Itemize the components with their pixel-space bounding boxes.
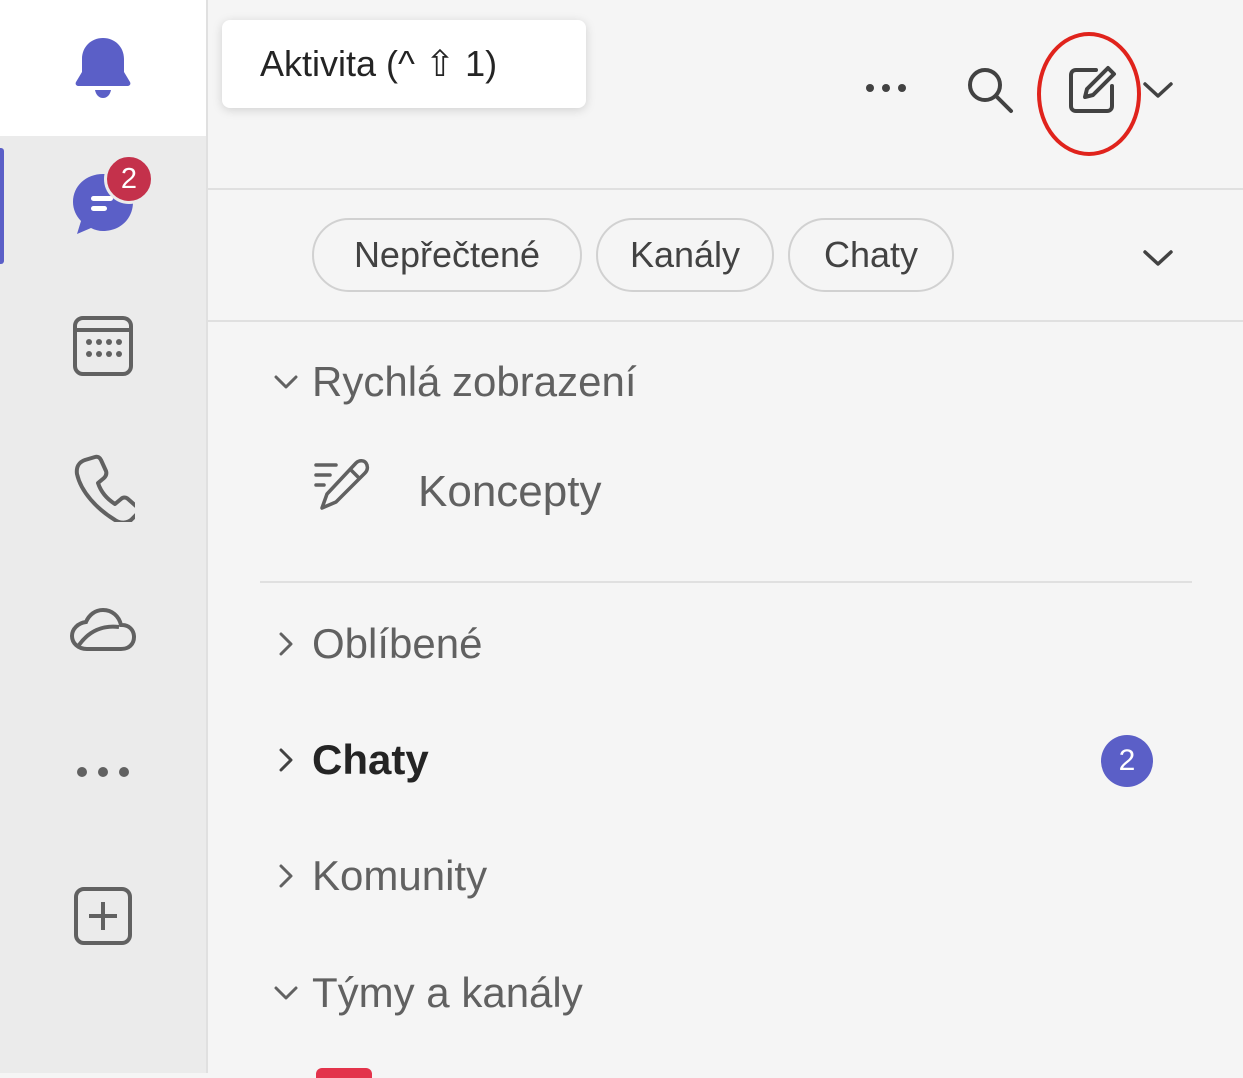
chats-unread-badge: 2 <box>1101 735 1153 787</box>
chevron-right-icon <box>268 858 304 894</box>
chat-unread-badge: 2 <box>104 154 154 204</box>
section-favorites[interactable]: Oblíbené <box>268 614 482 674</box>
add-apps-icon <box>73 886 133 946</box>
drafts-label: Koncepty <box>418 467 602 516</box>
rail-item-onedrive[interactable] <box>0 562 206 698</box>
app-rail: 2 <box>0 0 208 1073</box>
chevron-right-icon <box>268 626 304 662</box>
rail-item-chat[interactable] <box>0 136 206 272</box>
filter-pill-unread[interactable]: Nepřečtené <box>312 218 582 292</box>
more-options-button[interactable] <box>858 70 914 110</box>
calendar-icon <box>71 314 135 378</box>
more-horizontal-icon <box>864 81 908 99</box>
compose-highlight-annotation <box>1037 32 1141 156</box>
section-label: Týmy a kanály <box>312 969 583 1016</box>
section-quick-views[interactable]: Rychlá zobrazení <box>268 352 637 412</box>
section-label: Rychlá zobrazení <box>312 358 637 405</box>
section-teams-channels[interactable]: Týmy a kanály <box>268 963 583 1023</box>
more-apps-icon <box>75 765 131 779</box>
rail-item-calendar[interactable] <box>0 278 206 414</box>
section-label: Komunity <box>312 852 488 899</box>
onedrive-cloud-icon <box>69 605 137 655</box>
chevron-down-icon <box>1142 248 1174 273</box>
filter-pill-channels[interactable]: Kanály <box>596 218 774 292</box>
section-label: Oblíbené <box>312 620 483 667</box>
list-item-drafts[interactable]: Koncepty <box>312 458 602 526</box>
activity-tooltip: Aktivita (^ ⇧ 1) <box>222 20 586 108</box>
section-chats[interactable]: Chaty <box>268 730 429 790</box>
search-icon <box>965 65 1015 120</box>
section-label: Chaty <box>312 736 429 783</box>
rail-item-activity[interactable] <box>0 0 206 136</box>
filter-expand-button[interactable] <box>1138 240 1178 280</box>
chevron-down-icon <box>268 975 304 1011</box>
phone-icon <box>71 454 135 522</box>
section-communities[interactable]: Komunity <box>268 846 487 906</box>
chevron-right-icon <box>268 742 304 778</box>
new-chat-dropdown-button[interactable] <box>1140 74 1176 110</box>
rail-item-more-apps[interactable] <box>0 704 206 840</box>
drafts-pen-icon <box>312 458 370 526</box>
filter-pill-chats[interactable]: Chaty <box>788 218 954 292</box>
filter-bar: Nepřečtené Kanály Chaty <box>208 190 1243 322</box>
divider <box>260 581 1192 583</box>
chevron-down-icon <box>268 364 304 400</box>
search-button[interactable] <box>960 62 1020 122</box>
bell-icon <box>71 34 135 102</box>
team-avatar-partial[interactable] <box>316 1068 372 1078</box>
rail-item-add-apps[interactable] <box>0 848 206 984</box>
chevron-down-icon <box>1142 80 1174 105</box>
rail-item-calls[interactable] <box>0 420 206 556</box>
